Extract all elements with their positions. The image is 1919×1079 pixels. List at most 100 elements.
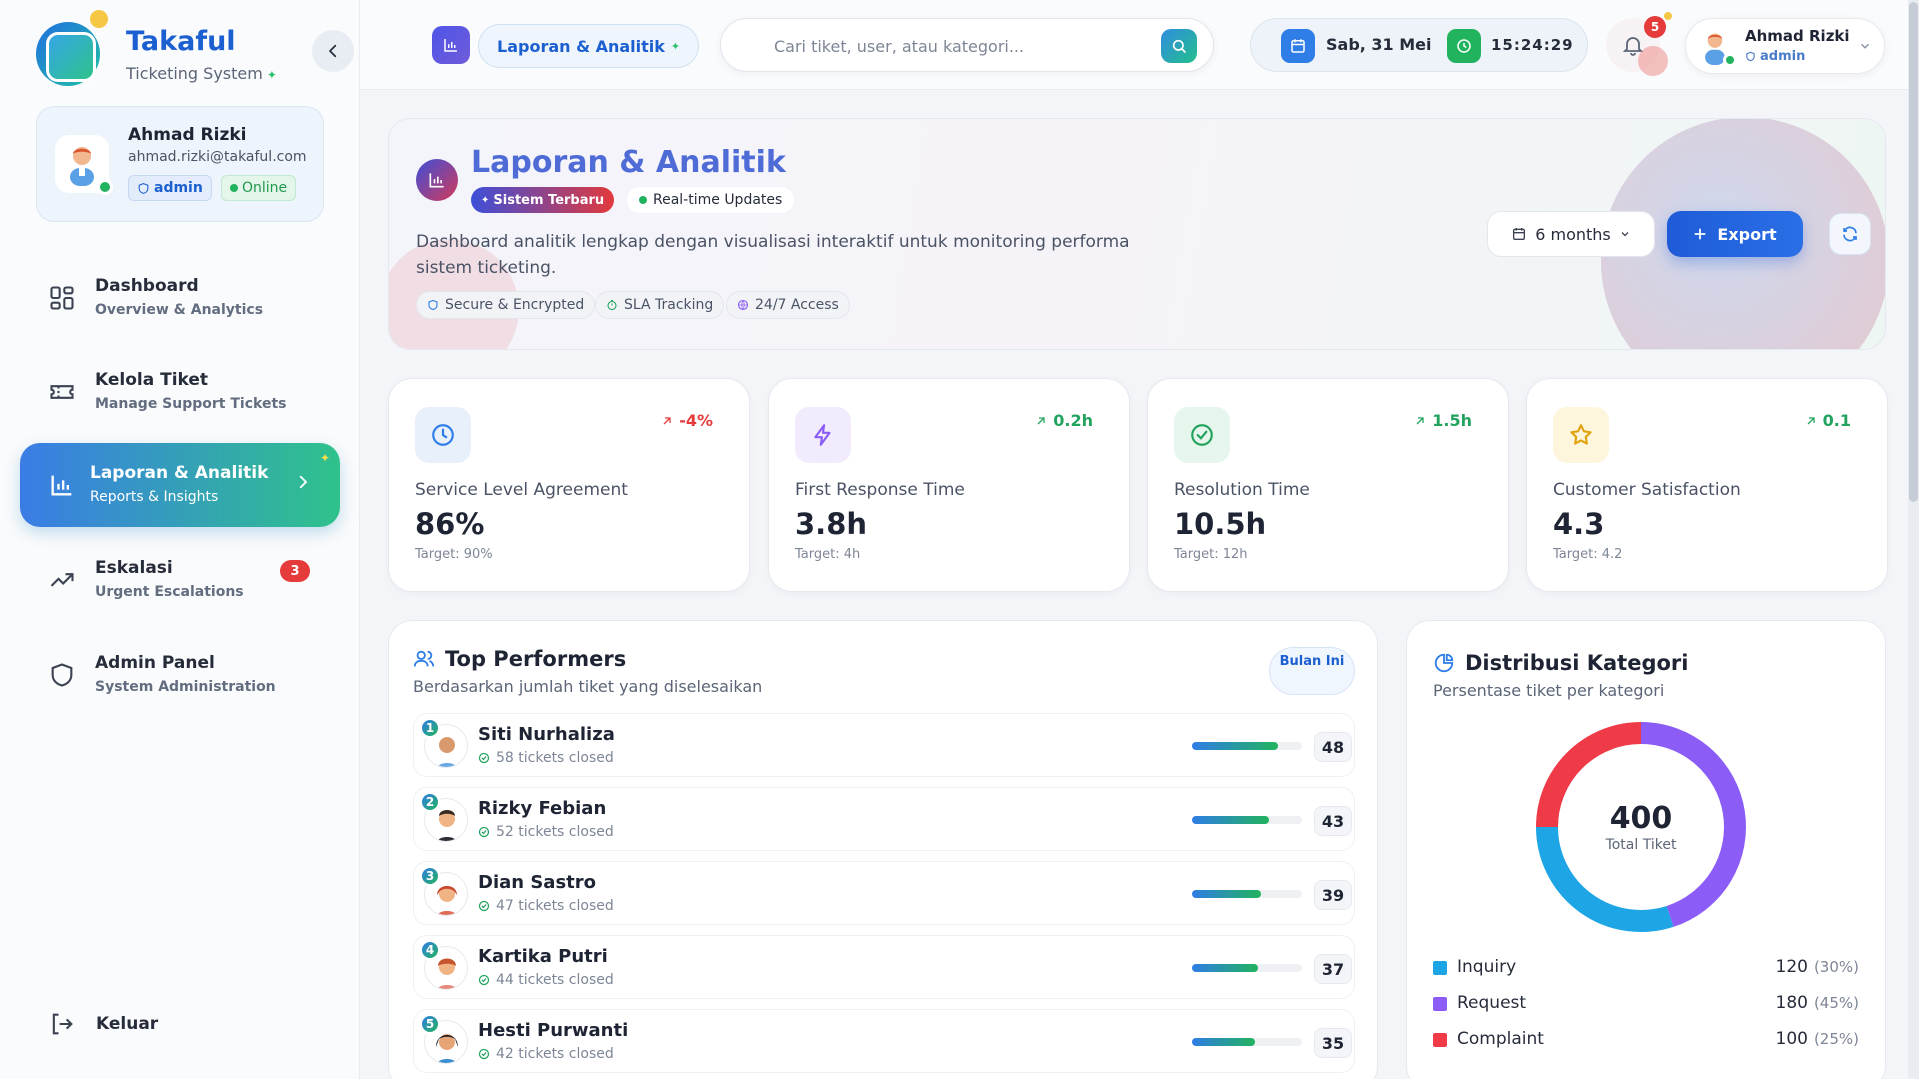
sidebar-item-sublabel: System Administration: [95, 679, 276, 695]
feature-chip: SLA Tracking: [595, 291, 725, 319]
notification-count-badge: 5: [1644, 16, 1666, 38]
kpi-trend: -4%: [661, 411, 713, 430]
sidebar-item-label: Eskalasi: [95, 558, 173, 578]
check-circle-icon: [478, 826, 490, 838]
table-row[interactable]: 4 Kartika Putri 44 tickets closed 37: [413, 935, 1355, 999]
performance-bar: [1192, 890, 1262, 898]
period-select[interactable]: 6 months: [1487, 211, 1655, 257]
legend-value: 100 (25%): [1776, 1029, 1860, 1049]
sidebar-item-sublabel: Reports & Insights: [90, 489, 219, 505]
section-title-text: Top Performers: [445, 647, 627, 671]
period-badge[interactable]: Bulan Ini: [1269, 647, 1355, 695]
role-badge-label: admin: [154, 180, 203, 196]
timer-icon: [607, 299, 617, 311]
feature-chip-label: 24/7 Access: [755, 297, 839, 313]
sidebar: Takaful Ticketing System ✦ Ahmad Rizki ah…: [0, 0, 360, 1079]
section-title-text: Distribusi Kategori: [1465, 651, 1689, 675]
feature-chip: Secure & Encrypted: [416, 291, 596, 319]
performance-bar: [1192, 964, 1259, 972]
rank-badge: 1: [420, 718, 440, 738]
refresh-button[interactable]: [1829, 213, 1871, 255]
legend-item: Complaint 100 (25%): [1433, 1027, 1859, 1053]
kpi-card-sla: -4% Service Level Agreement 86% Target: …: [388, 378, 750, 592]
rank-badge: 4: [420, 940, 440, 960]
shield-icon: [138, 182, 149, 194]
performance-bar-track: [1192, 890, 1302, 898]
check-circle-icon: [478, 752, 490, 764]
new-system-badge-label: Sistem Terbaru: [493, 192, 605, 208]
section-title: Top Performers: [413, 647, 626, 671]
clock-icon: [1447, 29, 1481, 63]
sparkle-icon: ✦: [266, 68, 277, 82]
legend-item: Inquiry 120 (30%): [1433, 955, 1859, 981]
legend-percent: (45%): [1813, 994, 1859, 1012]
collapse-sidebar-button[interactable]: [312, 30, 354, 72]
realtime-badge: Real-time Updates: [627, 187, 795, 213]
rank-badge: 5: [420, 1014, 440, 1034]
kpi-trend-value: 1.5h: [1432, 411, 1472, 430]
section-title: Distribusi Kategori: [1433, 651, 1688, 675]
performer-name: Siti Nurhaliza: [478, 724, 615, 745]
period-select-value: 6 months: [1535, 224, 1611, 244]
kpi-value: 3.8h: [795, 507, 868, 541]
scrollbar-thumb[interactable]: [1909, 2, 1918, 502]
breadcrumb[interactable]: Laporan & Analitik ✦: [478, 24, 700, 68]
kpi-value: 86%: [415, 507, 485, 541]
trending-up-icon: [50, 573, 74, 587]
sparkle-icon: ✦: [670, 39, 681, 53]
performer-tickets: 52 tickets closed: [478, 824, 614, 840]
sidebar-item-dashboard[interactable]: Dashboard Overview & Analytics: [20, 256, 340, 340]
user-role-label: admin: [1760, 49, 1806, 64]
plus-icon: [1694, 228, 1706, 240]
logout-button[interactable]: Keluar: [48, 1010, 158, 1038]
performer-tickets-label: 52 tickets closed: [496, 824, 614, 840]
legend-swatch: [1433, 1033, 1447, 1047]
performer-tickets-label: 42 tickets closed: [496, 1046, 614, 1062]
export-button[interactable]: Export: [1667, 211, 1803, 257]
feature-chip: 24/7 Access: [726, 291, 850, 319]
sidebar-item-eskalasi[interactable]: Eskalasi Urgent Escalations 3: [20, 538, 340, 622]
logout-label: Keluar: [96, 1014, 159, 1034]
clock-icon: [415, 407, 471, 463]
table-row[interactable]: 3 Dian Sastro 47 tickets closed 39: [413, 861, 1355, 925]
profile-card: Ahmad Rizki ahmad.rizki@takaful.com admi…: [36, 106, 324, 222]
table-row[interactable]: 1 Siti Nurhaliza 58 tickets closed 48: [413, 713, 1355, 777]
shield-icon: [1746, 51, 1755, 62]
table-row[interactable]: 5 Hesti Purwanti 42 tickets closed 35: [413, 1009, 1355, 1073]
legend-count: 120: [1775, 957, 1808, 977]
users-icon: [413, 650, 435, 667]
profile-email: ahmad.rizki@takaful.com: [128, 149, 307, 165]
kpi-label: Resolution Time: [1174, 480, 1310, 500]
user-name: Ahmad Rizki: [1745, 27, 1850, 45]
performance-bar-track: [1192, 742, 1302, 750]
kpi-card-first-response: 0.2h First Response Time 3.8h Target: 4h: [768, 378, 1130, 592]
performer-tickets: 58 tickets closed: [478, 750, 614, 766]
sidebar-item-laporan-analitik[interactable]: Laporan & Analitik Reports & Insights ✦: [20, 443, 340, 527]
user-role: admin: [1745, 49, 1805, 64]
notification-accent-dot: [1664, 12, 1672, 20]
table-row[interactable]: 2 Rizky Febian 52 tickets closed 43: [413, 787, 1355, 851]
top-performers-card: Top Performers Berdasarkan jumlah tiket …: [388, 620, 1378, 1079]
page-title: Laporan & Analitik: [471, 145, 786, 180]
page-header-card: Laporan & Analitik ✦ Sistem Terbaru Real-…: [388, 118, 1886, 350]
kpi-label: Customer Satisfaction: [1553, 480, 1741, 500]
search-button[interactable]: [1161, 29, 1197, 63]
search-input[interactable]: [774, 33, 1114, 59]
performance-bar: [1192, 816, 1270, 824]
calendar-icon: [1513, 228, 1526, 240]
arrow-up-right-icon: [1416, 416, 1424, 424]
app-logo: [36, 22, 100, 86]
performer-tickets-label: 47 tickets closed: [496, 898, 614, 914]
new-system-badge: ✦ Sistem Terbaru: [471, 187, 615, 213]
section-subtitle: Persentase tiket per kategori: [1433, 681, 1665, 700]
performance-bar-track: [1192, 964, 1302, 972]
sidebar-item-admin-panel[interactable]: Admin Panel System Administration: [20, 633, 340, 717]
legend-label: Complaint: [1457, 1029, 1544, 1049]
sidebar-item-kelola-tiket[interactable]: Kelola Tiket Manage Support Tickets: [20, 350, 340, 434]
ticket-icon: [50, 385, 74, 399]
check-circle-icon: [1174, 407, 1230, 463]
legend-value: 120 (30%): [1776, 957, 1860, 977]
refresh-icon: [1843, 226, 1857, 242]
kpi-trend-value: 0.2h: [1053, 411, 1093, 430]
user-menu[interactable]: Ahmad Rizki admin: [1685, 18, 1885, 74]
